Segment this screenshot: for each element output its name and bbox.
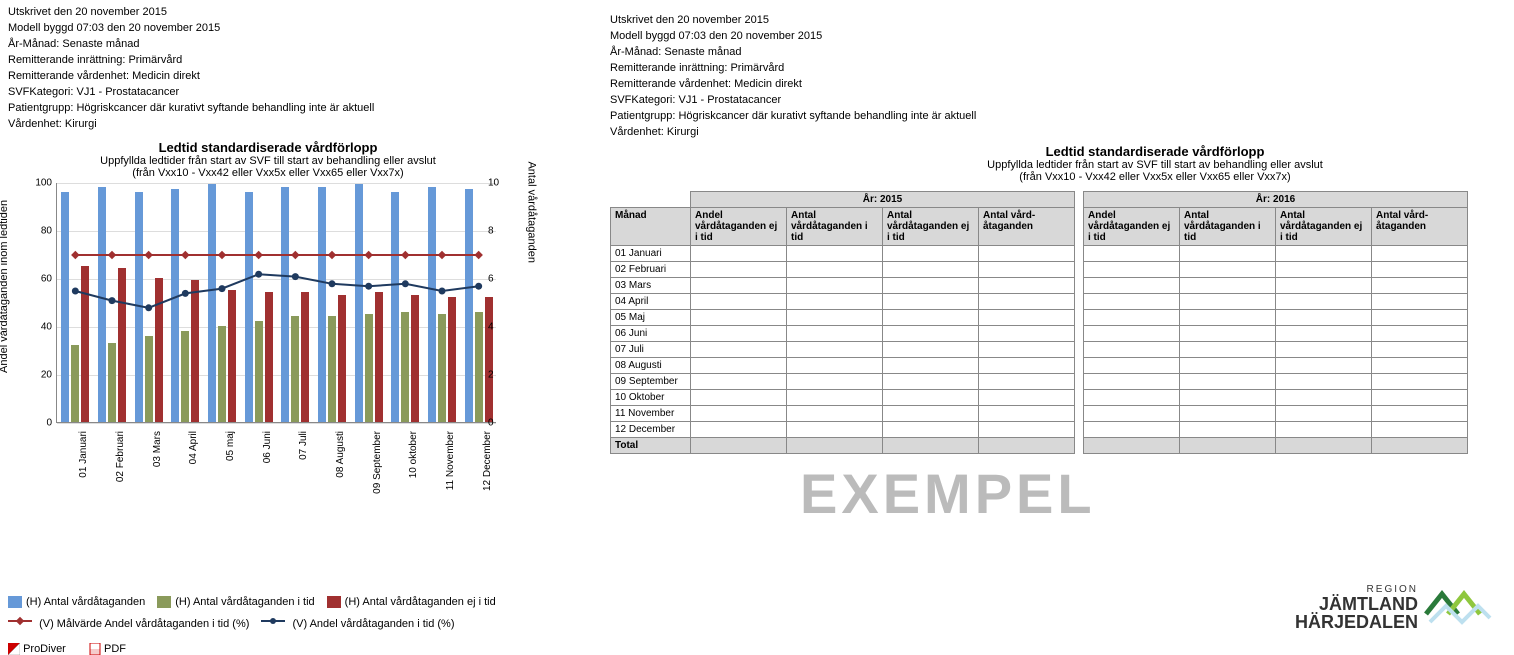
chart-area: Andel vårdåtaganden inom ledtiden Antal … [8, 183, 528, 503]
table-block: År: 2015År: 2016MånadAndel vårdåtaganden… [610, 191, 1500, 454]
meta-line: Remitterande inrättning: Primärvård [610, 60, 1500, 76]
meta-line: SVFKategori: VJ1 - Prostatacancer [610, 92, 1500, 108]
meta-line: Vårdenhet: Kirurgi [610, 124, 1500, 140]
prodiver-link[interactable]: ProDiver [8, 643, 76, 655]
meta-line: SVFKategori: VJ1 - Prostatacancer [8, 84, 568, 100]
meta-line: Remitterande vårdenhet: Medicin direkt [610, 76, 1500, 92]
chart-title-block: Ledtid standardiserade vårdförlopp Uppfy… [8, 140, 528, 179]
right-subtitle: (från Vxx10 - Vxx42 eller Vxx5x eller Vx… [810, 171, 1500, 183]
mountain-icon [1424, 584, 1494, 631]
left-panel: Utskrivet den 20 november 2015 Modell by… [8, 4, 568, 655]
meta-line: Patientgrupp: Högriskcancer där kurativt… [8, 100, 568, 116]
left-meta: Utskrivet den 20 november 2015 Modell by… [8, 4, 568, 132]
swatch-blue-icon [8, 596, 22, 608]
right-title: Ledtid standardiserade vårdförlopp [810, 144, 1500, 159]
meta-line: År-Månad: Senaste månad [610, 44, 1500, 60]
legend-item: (H) Antal vårdåtaganden i tid [157, 593, 314, 611]
legend: (H) Antal vårdåtaganden (H) Antal vårdåt… [8, 593, 568, 633]
meta-line: Utskrivet den 20 november 2015 [8, 4, 568, 20]
pdf-link[interactable]: PDF [89, 643, 136, 655]
logo-line2: HÄRJEDALEN [1295, 613, 1418, 631]
meta-line: Vårdenhet: Kirurgi [8, 116, 568, 132]
right-panel: Utskrivet den 20 november 2015 Modell by… [610, 12, 1500, 454]
y-axis-left-label: Andel vårdåtaganden inom ledtiden [0, 200, 10, 373]
chart-subtitle: Uppfyllda ledtider från start av SVF til… [8, 155, 528, 167]
data-table: År: 2015År: 2016MånadAndel vårdåtaganden… [610, 191, 1468, 454]
logo-line1: JÄMTLAND [1295, 595, 1418, 613]
line-swatch-target-icon [8, 615, 32, 627]
meta-line: Utskrivet den 20 november 2015 [610, 12, 1500, 28]
region-logo: REGION JÄMTLAND HÄRJEDALEN [1295, 584, 1494, 631]
meta-line: Modell byggd 07:03 den 20 november 2015 [8, 20, 568, 36]
meta-line: Modell byggd 07:03 den 20 november 2015 [610, 28, 1500, 44]
plot-area [56, 183, 496, 423]
legend-item: (H) Antal vårdåtaganden [8, 593, 145, 611]
legend-item: (V) Målvärde Andel vårdåtaganden i tid (… [8, 615, 249, 633]
meta-line: Remitterande inrättning: Primärvård [8, 52, 568, 68]
meta-line: År-Månad: Senaste månad [8, 36, 568, 52]
chart-title: Ledtid standardiserade vårdförlopp [8, 140, 528, 155]
right-title-block: Ledtid standardiserade vårdförlopp Uppfy… [810, 144, 1500, 183]
watermark: EXEMPEL [800, 461, 1096, 526]
footer-links: ProDiver PDF [8, 643, 568, 655]
right-subtitle: Uppfyllda ledtider från start av SVF til… [810, 159, 1500, 171]
legend-item: (V) Andel vårdåtaganden i tid (%) [261, 615, 454, 633]
line-swatch-actual-icon [261, 615, 285, 627]
meta-line: Remitterande vårdenhet: Medicin direkt [8, 68, 568, 84]
chart-subtitle: (från Vxx10 - Vxx42 eller Vxx5x eller Vx… [8, 167, 528, 179]
y-axis-right-label: Antal vårdåtaganden [526, 161, 538, 263]
swatch-olive-icon [157, 596, 171, 608]
meta-line: Patientgrupp: Högriskcancer där kurativt… [610, 108, 1500, 124]
legend-item: (H) Antal vårdåtaganden ej i tid [327, 593, 496, 611]
right-meta: Utskrivet den 20 november 2015 Modell by… [610, 12, 1500, 140]
swatch-red-icon [327, 596, 341, 608]
